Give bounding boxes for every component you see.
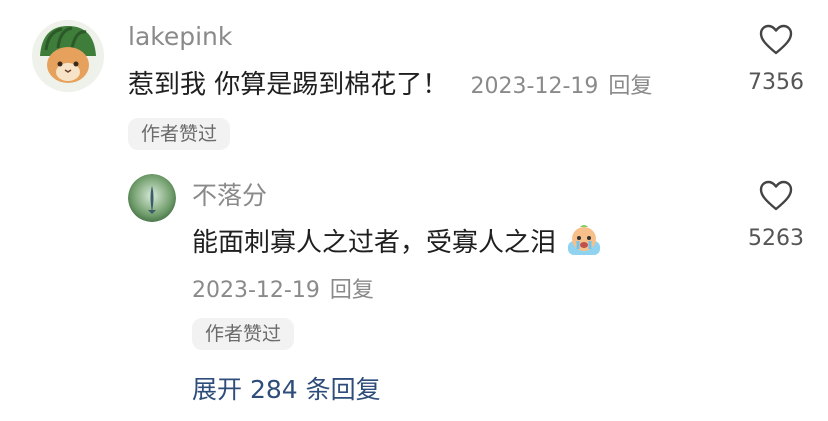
reply-author-liked-badge: 作者赞过	[192, 318, 295, 350]
watermelon-cat-avatar-icon	[32, 20, 104, 92]
reply-reply-link[interactable]: 回复	[330, 278, 374, 303]
reply-text-body: 能面刺寡人之过者，受寡人之泪	[192, 228, 557, 258]
reply-meta: 2023-12-19 回复	[192, 272, 374, 304]
like-count: 7356	[748, 70, 804, 95]
like-button[interactable]	[759, 24, 793, 60]
comment-text-body: 惹到我 你算是踢到棉花了！	[128, 70, 449, 100]
crying-emoji-icon	[566, 223, 602, 264]
reply-like-count: 5263	[748, 226, 804, 251]
reply-username[interactable]: 不落分	[192, 176, 267, 212]
reply-date: 2023-12-19	[192, 278, 320, 303]
comment-text[interactable]: 惹到我 你算是踢到棉花了！ 2023-12-19 回复	[128, 64, 652, 101]
reply-like-button[interactable]	[759, 180, 793, 216]
comment-username[interactable]: lakepink	[128, 22, 232, 51]
reply-text[interactable]: 能面刺寡人之过者，受寡人之泪	[192, 222, 602, 264]
avatar[interactable]	[32, 20, 104, 92]
heart-icon	[759, 180, 793, 211]
comment-date: 2023-12-19	[470, 74, 599, 99]
expand-replies-button[interactable]: 展开 284 条回复	[192, 370, 381, 406]
reply-avatar[interactable]	[128, 174, 176, 222]
author-liked-badge: 作者赞过	[128, 118, 231, 150]
heart-icon	[759, 24, 793, 55]
reply-link[interactable]: 回复	[608, 74, 652, 99]
green-fish-avatar-icon	[128, 174, 176, 222]
comment-meta: 2023-12-19 回复	[471, 74, 653, 99]
